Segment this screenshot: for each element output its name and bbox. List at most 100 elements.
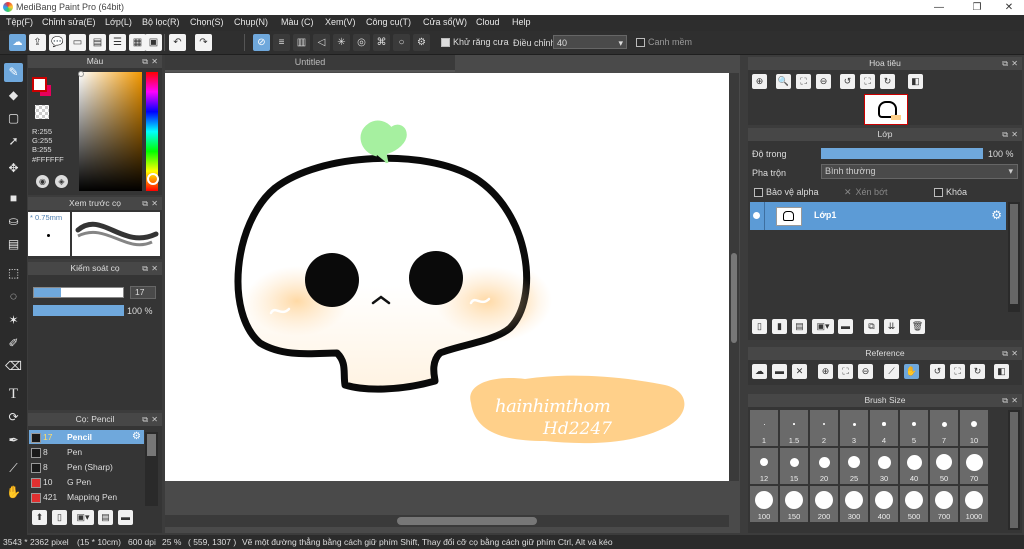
close-icon[interactable]: ✕ xyxy=(1011,396,1018,405)
brush-size-scrollbar-thumb[interactable] xyxy=(1010,412,1018,528)
brush-list-item[interactable]: 17 Pencil ⚙ xyxy=(29,430,144,444)
layer-row[interactable]: Lớp1 ⚙ xyxy=(750,202,1006,230)
brush-size-option[interactable]: 2 xyxy=(810,410,838,446)
menu-view[interactable]: Xem(V) xyxy=(325,17,356,27)
document-icon[interactable]: ▤ xyxy=(89,34,106,51)
menu-select[interactable]: Chọn(S) xyxy=(190,17,224,27)
brush-size-option[interactable]: 100 xyxy=(750,486,778,522)
correction-select[interactable]: 40 ▾ xyxy=(553,35,627,49)
close-button[interactable]: ✕ xyxy=(994,0,1024,15)
brush-list-item[interactable]: 421 Mapping Pen xyxy=(29,490,144,504)
merge-layer-icon[interactable]: ⇊ xyxy=(884,319,899,334)
brush-size-option[interactable]: 700 xyxy=(930,486,958,522)
antialias-toggle[interactable]: Khử răng cưa xyxy=(441,37,509,48)
close-reference-icon[interactable]: ✕ xyxy=(792,364,807,379)
blur-tool-icon[interactable]: ➚ xyxy=(4,132,23,151)
transparent-color-swatch[interactable] xyxy=(35,105,49,119)
lasso-tool-icon[interactable]: ◌ xyxy=(4,287,23,306)
brush-size-option[interactable]: 40 xyxy=(900,448,928,484)
lock-toggle[interactable]: Khóa xyxy=(934,187,967,198)
vanishing-snap-icon[interactable]: ◁ xyxy=(313,34,330,51)
brush-add-menu-icon[interactable]: ▣▾ xyxy=(72,510,94,525)
brush-list-item[interactable]: 8 Pen xyxy=(29,445,144,459)
layer-name[interactable]: Lớp1 xyxy=(814,210,836,220)
close-icon[interactable]: ✕ xyxy=(151,415,158,424)
brush-size-option[interactable]: 300 xyxy=(840,486,868,522)
gear-icon[interactable]: ⚙ xyxy=(991,208,1002,222)
page-icon[interactable]: ▭ xyxy=(69,34,86,51)
brush-size-option[interactable]: 150 xyxy=(780,486,808,522)
brush-folder-icon[interactable]: ▬ xyxy=(118,510,133,525)
text-tool-icon[interactable]: T xyxy=(4,385,23,404)
menu-cloud[interactable]: Cloud xyxy=(476,17,500,27)
add-layer-menu-icon[interactable]: ▣▾ xyxy=(812,319,834,334)
curve-snap-icon[interactable]: ⌘ xyxy=(373,34,390,51)
duplicate-layer-icon[interactable]: ⧉ xyxy=(864,319,879,334)
flip-icon[interactable]: ◧ xyxy=(908,74,923,89)
popout-icon[interactable]: ⧉ xyxy=(142,415,148,425)
zoom-fit-icon[interactable]: ⊕ xyxy=(752,74,767,89)
palette-icon[interactable]: ◉ xyxy=(36,175,49,188)
clipping-toggle[interactable]: ✕ Xén bớt xyxy=(844,187,887,198)
select-eraser-icon[interactable]: ⌫ xyxy=(4,357,23,376)
close-icon[interactable]: ✕ xyxy=(1011,349,1018,358)
eyedropper-icon[interactable]: ⟋ xyxy=(884,364,899,379)
color-settings-icon[interactable]: ◈ xyxy=(55,175,68,188)
hue-cursor[interactable] xyxy=(147,173,159,185)
divide-tool-icon[interactable]: ✒ xyxy=(4,431,23,450)
brush-size-option[interactable]: 400 xyxy=(870,486,898,522)
gear-icon[interactable]: ⚙ xyxy=(132,430,141,444)
brush-size-option[interactable]: 4 xyxy=(870,410,898,446)
horizontal-scrollbar-thumb[interactable] xyxy=(397,517,537,525)
brush-list-scrollbar[interactable] xyxy=(145,432,158,506)
brush-size-option[interactable]: 1000 xyxy=(960,486,988,522)
reset-view-icon[interactable]: ⛶ xyxy=(860,74,875,89)
zoom-out-icon[interactable]: ⊖ xyxy=(816,74,831,89)
concentric-snap-icon[interactable]: ◎ xyxy=(353,34,370,51)
add-brush-icon[interactable]: ⬆ xyxy=(32,510,47,525)
list-icon[interactable]: ☰ xyxy=(109,34,126,51)
new-halftone-layer-icon[interactable]: ▮ xyxy=(772,319,787,334)
foreground-color[interactable] xyxy=(32,77,47,92)
reset-view-icon[interactable]: ⛶ xyxy=(950,364,965,379)
brush-delete-icon[interactable]: ▤ xyxy=(98,510,113,525)
grid-icon[interactable]: ▦ xyxy=(129,34,146,51)
zoom-in-icon[interactable]: ⊕ xyxy=(818,364,833,379)
close-icon[interactable]: ✕ xyxy=(151,199,158,208)
brush-size-option[interactable]: 3 xyxy=(840,410,868,446)
brush-size-option[interactable]: 1 xyxy=(750,410,778,446)
layer-opacity-slider[interactable] xyxy=(821,148,983,159)
rotate-right-icon[interactable]: ↻ xyxy=(970,364,985,379)
zoom-in-icon[interactable]: 🔍 xyxy=(776,74,791,89)
close-icon[interactable]: ✕ xyxy=(151,264,158,273)
undo-button[interactable]: ↶ xyxy=(169,34,186,51)
brush-size-value[interactable]: 17 xyxy=(130,286,156,299)
magic-wand-icon[interactable]: ✶ xyxy=(4,311,23,330)
document-tab[interactable]: Untitled xyxy=(165,55,455,72)
flip-icon[interactable]: ◧ xyxy=(994,364,1009,379)
menu-help[interactable]: Help xyxy=(512,17,531,27)
open-cloud-icon[interactable]: ☁ xyxy=(752,364,767,379)
rotate-left-icon[interactable]: ↺ xyxy=(930,364,945,379)
menu-snap[interactable]: Chụp(N) xyxy=(234,17,268,27)
select-rect-icon[interactable]: ⬚ xyxy=(4,264,23,283)
brush-size-option[interactable]: 200 xyxy=(810,486,838,522)
open-folder-icon[interactable]: ▬ xyxy=(772,364,787,379)
brush-size-scrollbar[interactable] xyxy=(1008,410,1020,530)
new-layer-icon[interactable]: ▯ xyxy=(752,319,767,334)
circle-snap-icon[interactable]: ○ xyxy=(393,34,410,51)
share-icon[interactable]: ⇪ xyxy=(29,34,46,51)
menu-color[interactable]: Màu (C) xyxy=(281,17,314,27)
eraser-tool-icon[interactable]: ◆ xyxy=(4,86,23,105)
close-icon[interactable]: ✕ xyxy=(1011,130,1018,139)
brush-size-option[interactable]: 500 xyxy=(900,486,928,522)
brush-size-option[interactable]: 30 xyxy=(870,448,898,484)
hand-icon[interactable]: ✋ xyxy=(904,364,919,379)
close-icon[interactable]: ✕ xyxy=(1011,59,1018,68)
fit-icon[interactable]: ⛶ xyxy=(838,364,853,379)
bucket-tool-icon[interactable]: ⛀ xyxy=(4,212,23,231)
brush-size-option[interactable]: 20 xyxy=(810,448,838,484)
horizontal-scrollbar[interactable] xyxy=(165,515,729,527)
brush-size-option[interactable]: 10 xyxy=(960,410,988,446)
gradient-tool-icon[interactable]: ▤ xyxy=(4,235,23,254)
